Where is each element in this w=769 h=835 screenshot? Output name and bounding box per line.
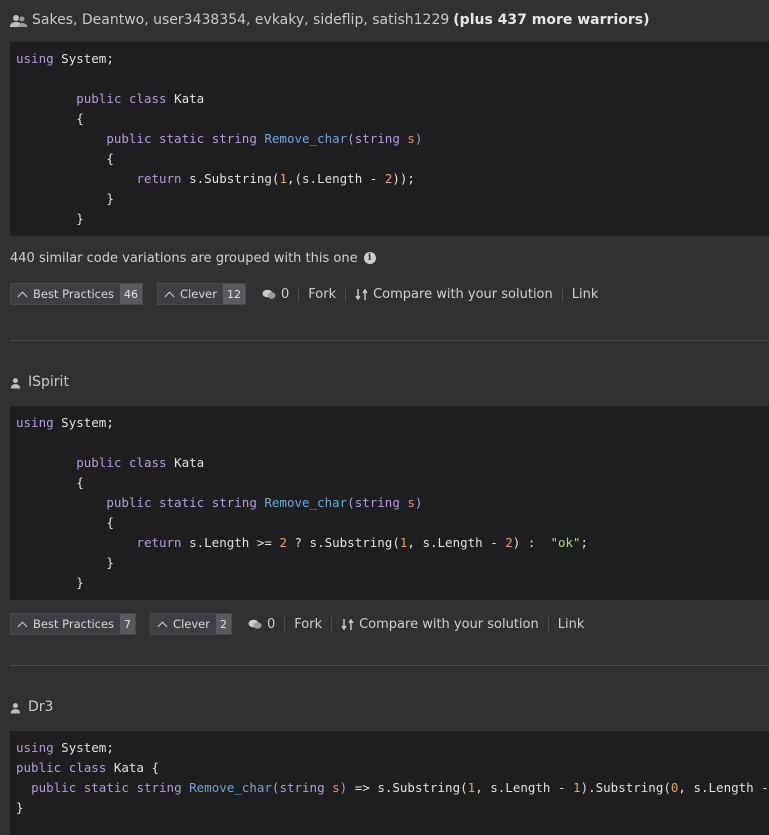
code-block: using System; public class Kata { public… (10, 731, 769, 835)
solution-actions: Best Practices 46 Clever 12 0 Fork Compa… (10, 283, 769, 305)
author-name[interactable]: Dr3 (28, 699, 53, 715)
solution-card-3: Dr3 using System; public class Kata { pu… (10, 696, 769, 835)
solution-actions: Best Practices 7 Clever 2 0 Fork Compare… (10, 613, 769, 635)
compare-button[interactable]: Compare with your solution (331, 616, 548, 632)
author-name[interactable]: ISpirit (28, 374, 69, 390)
users-icon (10, 15, 28, 27)
author-names[interactable]: Sakes, Deantwo, user3438354, evkaky, sid… (32, 12, 449, 28)
divider (10, 340, 769, 341)
fork-button[interactable]: Fork (284, 616, 331, 632)
info-icon[interactable]: i (363, 252, 376, 264)
solution-card-1: Sakes, Deantwo, user3438354, evkaky, sid… (10, 9, 769, 305)
clever-count: 12 (222, 284, 245, 304)
comments-link[interactable]: 0 (260, 287, 298, 302)
solution-authors: ISpirit (10, 371, 769, 393)
solution-authors: Dr3 (10, 696, 769, 718)
link-button[interactable]: Link (561, 286, 608, 302)
compare-button[interactable]: Compare with your solution (345, 286, 562, 302)
solution-authors: Sakes, Deantwo, user3438354, evkaky, sid… (10, 9, 769, 31)
comments-link[interactable]: 0 (246, 617, 284, 632)
compare-icon (355, 288, 368, 300)
code-block: using System; public class Kata { public… (10, 42, 769, 236)
chevron-up-icon (17, 291, 28, 301)
best-practices-count: 46 (120, 284, 143, 304)
best-practices-count: 7 (120, 614, 136, 634)
best-practices-vote-button[interactable]: Best Practices 7 (10, 613, 137, 635)
code-block: using System; public class Kata { public… (10, 406, 769, 600)
fork-button[interactable]: Fork (298, 286, 345, 302)
link-button[interactable]: Link (547, 616, 594, 632)
comment-icon (248, 619, 262, 629)
user-icon (10, 378, 21, 389)
grouped-variations-note: 440 similar code variations are grouped … (10, 248, 769, 268)
clever-vote-button[interactable]: Clever 12 (157, 283, 246, 305)
solution-card-2: ISpirit using System; public class Kata … (10, 371, 769, 635)
clever-count: 2 (215, 614, 231, 634)
chevron-up-icon (17, 621, 28, 631)
chevron-up-icon (157, 621, 168, 631)
comment-icon (262, 289, 276, 299)
best-practices-vote-button[interactable]: Best Practices 46 (10, 283, 144, 305)
user-icon (10, 703, 21, 714)
compare-icon (341, 618, 354, 630)
more-warriors-link[interactable]: (plus 437 more warriors) (453, 12, 649, 28)
divider (10, 665, 769, 666)
clever-vote-button[interactable]: Clever 2 (150, 613, 232, 635)
chevron-up-icon (164, 291, 175, 301)
